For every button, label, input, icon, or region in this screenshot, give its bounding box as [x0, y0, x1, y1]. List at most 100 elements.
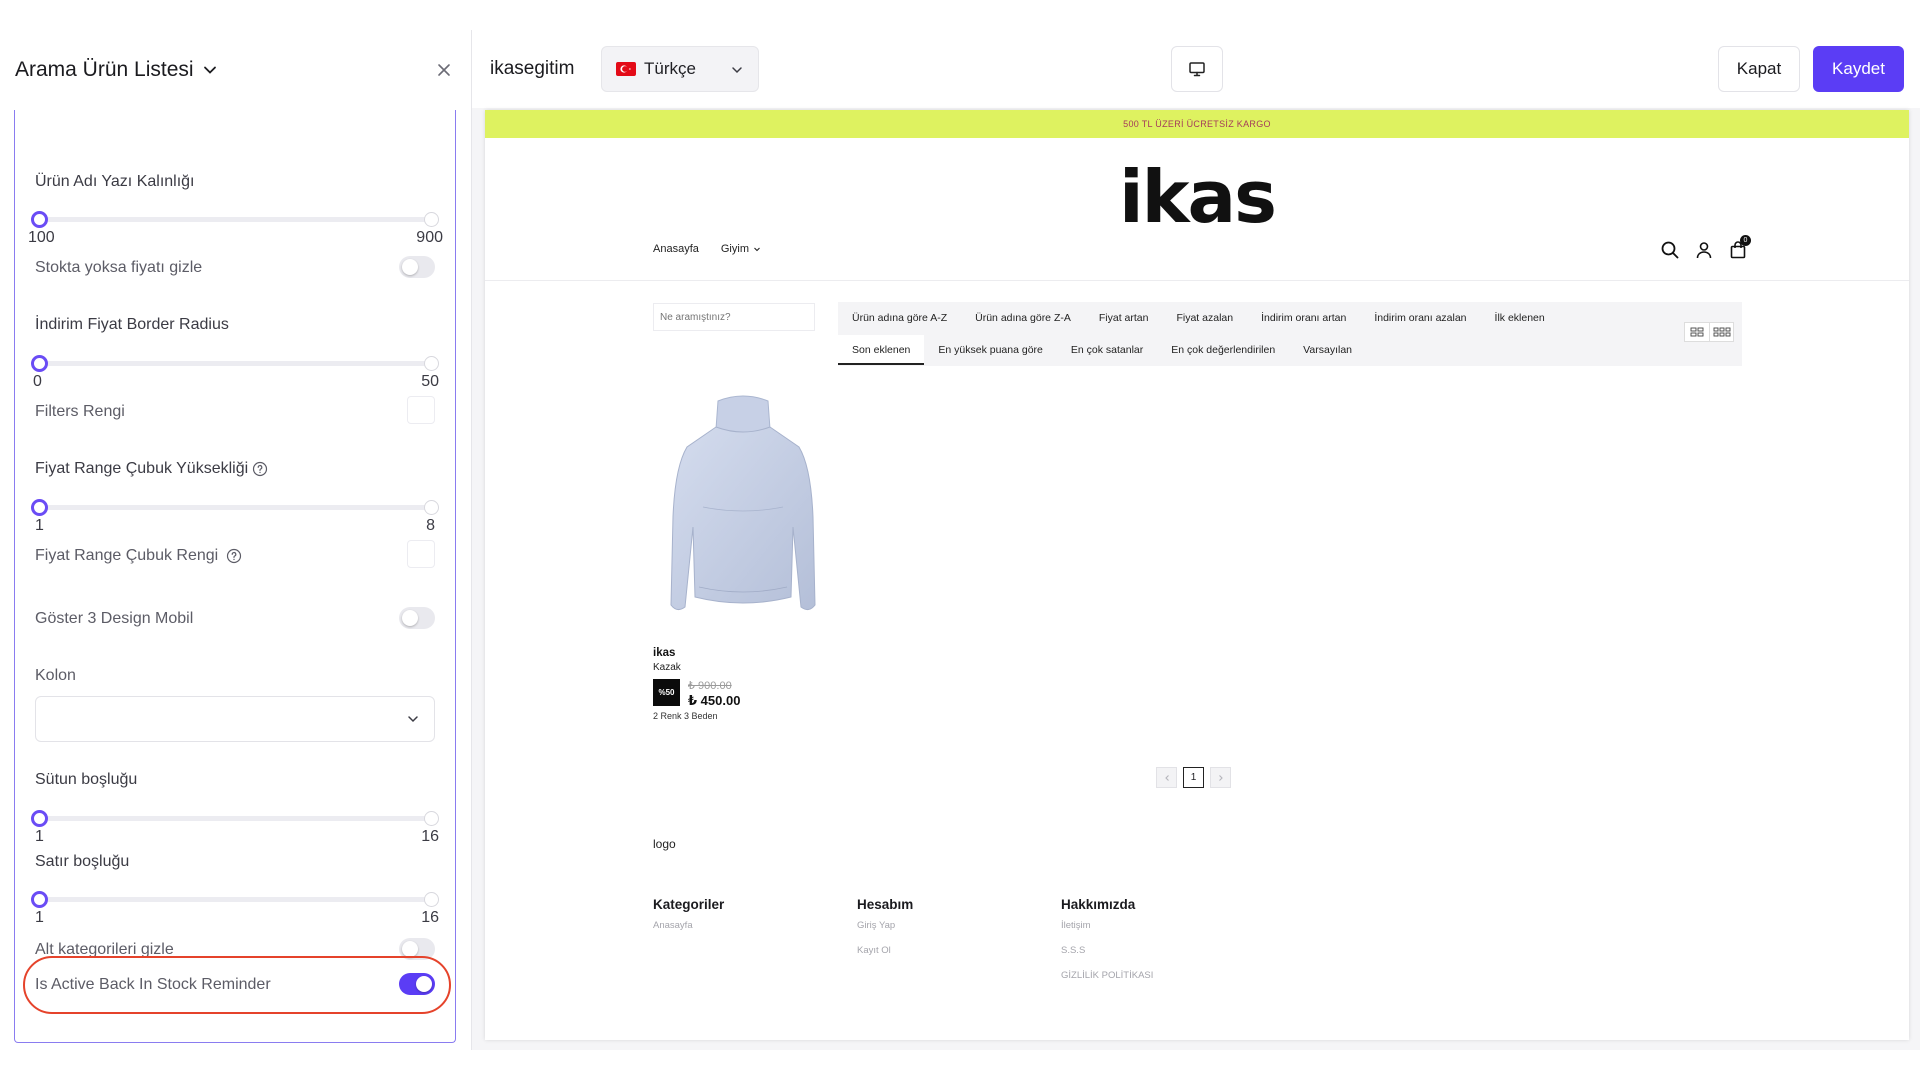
- nav-item-label: Anasayfa: [653, 243, 699, 255]
- slider-max-handle[interactable]: [424, 212, 439, 227]
- footer-column-account: Hesabım Giriş Yap Kayıt Ol: [857, 897, 913, 970]
- chevron-down-icon: [408, 716, 418, 723]
- slider-min-handle[interactable]: [31, 211, 48, 228]
- footer-column-categories: Kategoriler Anasayfa: [653, 897, 724, 945]
- section-select[interactable]: Arama Ürün Listesi: [15, 58, 218, 82]
- sort-option[interactable]: En yüksek puana göre: [924, 335, 1057, 365]
- product-image[interactable]: [663, 387, 823, 632]
- footer-link[interactable]: Giriş Yap: [857, 920, 913, 931]
- filters-color-swatch[interactable]: [407, 396, 435, 424]
- column-select[interactable]: [35, 696, 435, 742]
- sort-option[interactable]: En çok satanlar: [1057, 335, 1157, 365]
- footer-link[interactable]: S.S.S: [1061, 945, 1153, 956]
- footer-link[interactable]: İletişim: [1061, 920, 1153, 931]
- footer-link[interactable]: GİZLİLİK POLİTİKASI: [1061, 970, 1153, 981]
- slider-min-value: 0: [33, 373, 42, 390]
- chevron-right-icon: [1218, 774, 1223, 781]
- discount-radius-slider[interactable]: 0 50: [31, 351, 439, 391]
- footer-link[interactable]: Anasayfa: [653, 920, 724, 931]
- grid-3-icon[interactable]: [1709, 323, 1733, 341]
- sort-option[interactable]: İlk eklenen: [1481, 303, 1559, 333]
- site-name: ikasegitim: [490, 58, 575, 79]
- help-circle-icon[interactable]: [226, 548, 242, 564]
- nav-item-home[interactable]: Anasayfa: [653, 243, 699, 255]
- price-range-height-slider[interactable]: 1 8: [31, 495, 439, 535]
- search-icon[interactable]: [1660, 240, 1680, 260]
- footer-column-about: Hakkımızda İletişim S.S.S GİZLİLİK POLİT…: [1061, 897, 1153, 995]
- slider-max-value: 50: [421, 373, 439, 390]
- slider-max-handle[interactable]: [424, 811, 439, 826]
- save-button[interactable]: Kaydet: [1813, 46, 1904, 92]
- announcement-bar: 500 TL ÜZERİ ÜCRETSİZ KARGO: [485, 110, 1909, 138]
- column-label: Kolon: [35, 667, 76, 684]
- slider-track: [39, 217, 431, 222]
- slider-min-handle[interactable]: [31, 810, 48, 827]
- label-text: Fiyat Range Çubuk Rengi: [35, 547, 219, 564]
- font-weight-slider[interactable]: 100 900: [28, 207, 443, 247]
- footer-link[interactable]: Kayıt Ol: [857, 945, 913, 956]
- product-search-input[interactable]: [653, 303, 815, 331]
- column-gap-slider[interactable]: 1 16: [31, 806, 439, 846]
- storefront-preview: 500 TL ÜZERİ ÜCRETSİZ KARGO ikas Anasayf…: [485, 110, 1909, 1040]
- help-circle-icon[interactable]: [252, 461, 268, 477]
- sort-option-active[interactable]: Son eklenen: [838, 335, 925, 365]
- chevron-left-icon: [1164, 774, 1169, 781]
- footer-heading: Hesabım: [857, 897, 914, 912]
- slider-min-handle[interactable]: [31, 355, 48, 372]
- footer-heading: Kategoriler: [653, 897, 725, 912]
- row-gap-slider[interactable]: 1 16: [31, 887, 439, 927]
- panel-header: Arama Ürün Listesi: [0, 30, 472, 108]
- slider-track: [39, 361, 431, 366]
- slider-max-handle[interactable]: [424, 500, 439, 515]
- next-page-button[interactable]: [1210, 767, 1231, 788]
- filters-color-label: Filters Rengi: [35, 403, 125, 420]
- user-icon[interactable]: [1694, 240, 1714, 260]
- column-gap-label: Sütun boşluğu: [35, 771, 138, 788]
- hide-price-label: Stokta yoksa fiyatı gizle: [35, 259, 203, 276]
- slider-min-value: 1: [35, 517, 44, 534]
- slider-min-handle[interactable]: [31, 891, 48, 908]
- page-number-button[interactable]: 1: [1183, 767, 1204, 788]
- close-panel-button[interactable]: [432, 58, 456, 82]
- sort-option[interactable]: İndirim oranı artan: [1247, 303, 1360, 333]
- price-range-color-swatch[interactable]: [407, 540, 435, 568]
- sort-option[interactable]: En çok değerlendirilen: [1157, 335, 1289, 365]
- cart-count-badge: 0: [1740, 235, 1751, 246]
- sort-option[interactable]: Fiyat artan: [1085, 303, 1163, 333]
- back-in-stock-toggle[interactable]: [399, 973, 435, 995]
- sort-option[interactable]: Ürün adına göre A-Z: [838, 303, 961, 333]
- language-select[interactable]: Türkçe: [601, 46, 759, 92]
- slider-max-value: 16: [421, 909, 439, 926]
- font-weight-label: Ürün Adı Yazı Kalınlığı: [35, 173, 195, 190]
- slider-track: [39, 505, 431, 510]
- design3-mobile-toggle[interactable]: [399, 607, 435, 629]
- nav-item-clothing[interactable]: Giyim: [721, 243, 761, 255]
- slider-min-handle[interactable]: [31, 499, 48, 516]
- panel-title: Arama Ürün Listesi: [15, 58, 194, 81]
- brand-logo[interactable]: ikas: [485, 155, 1909, 239]
- sort-option[interactable]: Fiyat azalan: [1162, 303, 1247, 333]
- slider-max-value: 900: [416, 229, 443, 246]
- sort-option[interactable]: İndirim oranı azalan: [1360, 303, 1480, 333]
- prev-page-button[interactable]: [1156, 767, 1177, 788]
- slider-max-handle[interactable]: [424, 892, 439, 907]
- shopping-bag-icon[interactable]: 0: [1728, 235, 1751, 260]
- price-range-height-label: Fiyat Range Çubuk Yüksekliği: [35, 460, 268, 478]
- header-icons: 0: [1660, 235, 1751, 260]
- settings-list: Ürün Adı Yazı Kalınlığı 100 900 Stokta y…: [14, 110, 456, 1043]
- desktop-icon: [1189, 62, 1205, 77]
- slider-max-handle[interactable]: [424, 356, 439, 371]
- discount-badge: %50: [653, 679, 680, 706]
- language-value: Türkçe: [644, 59, 696, 78]
- device-preview-button[interactable]: [1171, 46, 1223, 92]
- preview-area: 500 TL ÜZERİ ÜCRETSİZ KARGO ikas Anasayf…: [472, 108, 1920, 1050]
- grid-2-icon[interactable]: [1685, 323, 1709, 341]
- footer-logo[interactable]: logo: [653, 837, 676, 851]
- discount-radius-label: İndirim Fiyat Border Radius: [35, 316, 229, 333]
- hide-price-toggle[interactable]: [399, 256, 435, 278]
- sort-option[interactable]: Varsayılan: [1289, 335, 1366, 365]
- toggle-knob: [402, 610, 418, 626]
- product-brand: ikas: [653, 647, 676, 659]
- sort-option[interactable]: Ürün adına göre Z-A: [961, 303, 1085, 333]
- close-button[interactable]: Kapat: [1718, 46, 1800, 92]
